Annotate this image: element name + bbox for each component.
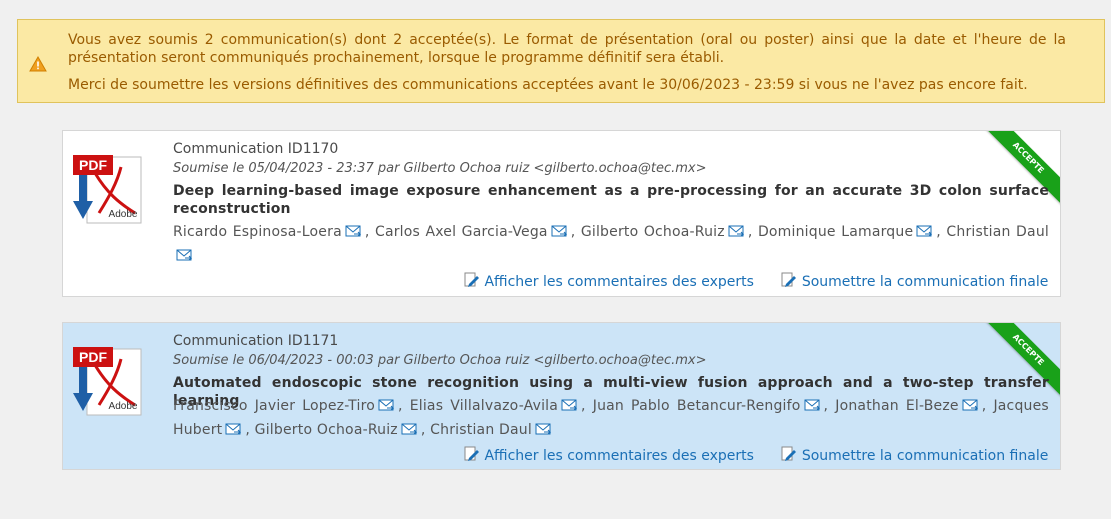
submit-final-link[interactable]: Soumettre la communication finale (780, 272, 1048, 290)
mail-icon[interactable] (345, 225, 361, 237)
view-expert-comments-link[interactable]: Afficher les commentaires des experts (463, 272, 754, 290)
svg-text:PDF: PDF (79, 349, 107, 365)
svg-text:PDF: PDF (79, 157, 107, 173)
mail-icon[interactable] (176, 249, 192, 261)
card-actions: Afficher les commentaires des experts So… (463, 446, 1048, 464)
author: Carlos Axel Garcia-Vega (375, 224, 571, 240)
mail-icon[interactable] (551, 225, 567, 237)
mail-icon[interactable] (535, 423, 551, 435)
mail-icon[interactable] (728, 225, 744, 237)
author: Franscisco Javier Lopez-Tiro (173, 398, 398, 414)
view-expert-comments-link[interactable]: Afficher les commentaires des experts (463, 446, 754, 464)
mail-icon[interactable] (804, 399, 820, 411)
communication-id: Communication ID1171 (173, 333, 339, 349)
mail-icon[interactable] (378, 399, 394, 411)
author: Ricardo Espinosa-Loera (173, 224, 365, 240)
communication-title: Deep learning-based image exposure enhan… (173, 183, 1049, 217)
author-list: Ricardo Espinosa-Loera, Carlos Axel Garc… (173, 220, 1049, 268)
mail-icon[interactable] (561, 399, 578, 411)
warning-icon (29, 56, 47, 72)
author: Jonathan El-Beze (835, 398, 981, 414)
author: Juan Pablo Betancur-Rengifo (593, 398, 824, 414)
author: Gilberto Ochoa-Ruiz (581, 224, 748, 240)
communication-card: PDF Adobe ACCEPTE Communication ID1170 S… (62, 130, 1061, 297)
edit-document-icon (781, 272, 797, 287)
alert-deadline: Merci de soumettre les versions définiti… (68, 77, 1028, 93)
alert-message: Vous avez soumis 2 communication(s) dont… (68, 32, 1066, 66)
info-alert: Vous avez soumis 2 communication(s) dont… (17, 19, 1105, 103)
mail-icon[interactable] (916, 225, 933, 237)
edit-document-icon (464, 446, 479, 461)
submit-final-link[interactable]: Soumettre la communication finale (780, 446, 1048, 464)
edit-document-icon (464, 272, 479, 287)
submission-info: Soumise le 06/04/2023 - 00:03 par Gilber… (173, 353, 707, 368)
svg-text:Adobe: Adobe (109, 401, 138, 412)
pdf-file-icon[interactable]: PDF Adobe (73, 153, 145, 227)
mail-icon[interactable] (401, 423, 417, 435)
communication-id: Communication ID1170 (173, 141, 339, 157)
pdf-file-icon[interactable]: PDF Adobe (73, 345, 145, 419)
svg-text:Adobe: Adobe (109, 209, 138, 220)
mail-icon[interactable] (962, 399, 978, 411)
mail-icon[interactable] (225, 423, 242, 435)
edit-document-icon (781, 446, 797, 461)
communication-card: PDF Adobe ACCEPTE Communication ID1171 S… (62, 322, 1061, 470)
card-actions: Afficher les commentaires des experts So… (463, 272, 1048, 290)
author: Dominique Lamarque (758, 224, 936, 240)
author-list: Franscisco Javier Lopez-Tiro, Elias Vill… (173, 398, 1049, 438)
submission-info: Soumise le 05/04/2023 - 23:37 par Gilber… (173, 161, 707, 176)
author: Elias Villalvazo-Avila (410, 398, 581, 414)
author: Christian Daul (430, 422, 555, 438)
author: Gilberto Ochoa-Ruiz (255, 422, 421, 438)
